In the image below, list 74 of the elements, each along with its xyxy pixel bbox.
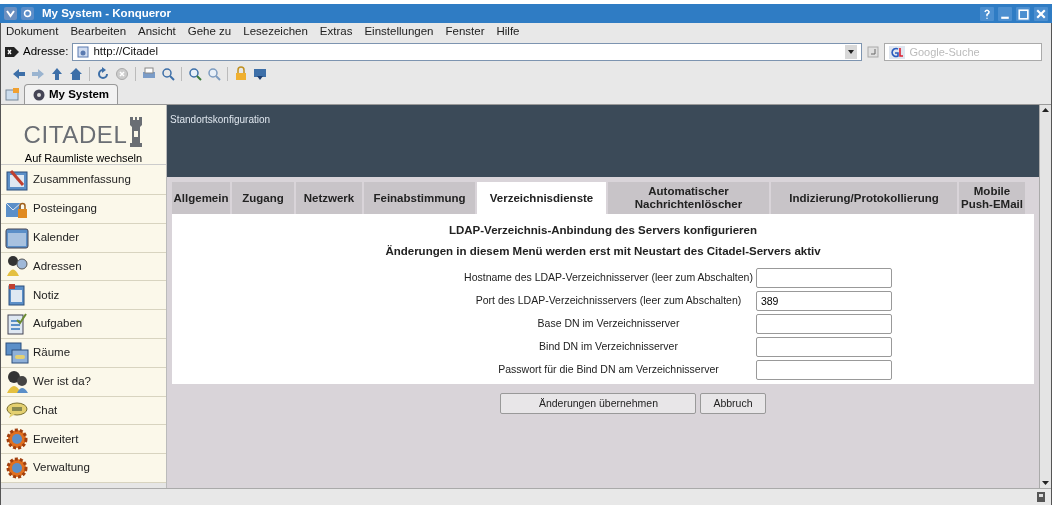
form-button[interactable]: Änderungen übernehmen bbox=[500, 393, 697, 414]
settings-tab[interactable]: Zugang bbox=[232, 182, 294, 214]
dropdown-icon[interactable] bbox=[845, 45, 858, 59]
sidebar-item[interactable]: Erweitert bbox=[1, 425, 166, 455]
field-label: Base DN im Verzeichnisserver bbox=[536, 316, 681, 332]
sidebar-item[interactable]: Posteingang bbox=[1, 195, 166, 224]
sidebar-item[interactable]: Räume bbox=[1, 339, 166, 368]
text-field[interactable] bbox=[755, 314, 892, 334]
field-label: Port des LDAP-Verzeichnisservers (leer zum Abschalten) bbox=[474, 293, 743, 309]
sidebar-item[interactable]: Aufgaben bbox=[1, 310, 166, 339]
settings-tab[interactable]: Feinabstimmung bbox=[364, 182, 475, 214]
windows-icon bbox=[5, 340, 29, 365]
menu-item[interactable]: Dokument bbox=[5, 23, 60, 41]
sidebar-item[interactable]: Notiz bbox=[1, 281, 166, 311]
sidebar-item[interactable]: Adressen bbox=[1, 252, 166, 282]
gear-icon bbox=[5, 456, 29, 481]
zoom-in-icon[interactable] bbox=[187, 65, 203, 82]
help-icon[interactable] bbox=[980, 6, 994, 21]
page-icon bbox=[77, 46, 90, 58]
stop-icon[interactable] bbox=[114, 65, 130, 82]
menu-item[interactable]: Ansicht bbox=[137, 23, 177, 41]
citadel-logo: CITADEL bbox=[23, 123, 128, 147]
reload-icon[interactable] bbox=[95, 65, 111, 82]
print-preview-icon[interactable] bbox=[160, 65, 176, 82]
text-field[interactable] bbox=[755, 360, 892, 380]
room-list-link[interactable]: Auf Raumliste wechseln bbox=[1, 151, 166, 165]
gear-icon bbox=[5, 427, 29, 452]
sidebar-item[interactable]: Chat bbox=[1, 396, 166, 426]
calendar-icon bbox=[5, 225, 29, 250]
settings-tab[interactable]: Automatischer Nachrichtenlöscher bbox=[608, 182, 769, 214]
address-field[interactable]: http://Citadel bbox=[72, 43, 863, 61]
sidebar-item[interactable]: Zusammenfassung bbox=[1, 165, 166, 195]
browser-tab[interactable]: My System bbox=[24, 84, 119, 104]
minimize-icon[interactable] bbox=[998, 6, 1012, 21]
tower-icon bbox=[129, 117, 144, 147]
people-icon bbox=[5, 254, 29, 279]
menu-item[interactable]: Bearbeiten bbox=[69, 23, 128, 41]
field-label: Hostname des LDAP-Verzeichnisserver (leer zum Abschalten) bbox=[464, 270, 753, 286]
field-label: Passwort für die Bind DN am Verzeichnisserver bbox=[497, 362, 720, 378]
text-field[interactable] bbox=[755, 337, 892, 357]
clear-address-icon[interactable] bbox=[5, 47, 19, 57]
menu-item[interactable]: Extras bbox=[318, 23, 354, 41]
settings-tab[interactable]: Mobile Push-EMail bbox=[959, 182, 1025, 214]
form-button[interactable]: Abbruch bbox=[700, 393, 766, 414]
text-field[interactable] bbox=[755, 268, 892, 288]
system-icon bbox=[33, 88, 45, 101]
close-icon[interactable] bbox=[1034, 6, 1048, 21]
home-icon[interactable] bbox=[68, 65, 84, 82]
menu-item[interactable]: Hilfe bbox=[495, 23, 521, 41]
maximize-icon[interactable] bbox=[1016, 6, 1030, 21]
settings-tab[interactable]: Indizierung/Protokollierung bbox=[771, 182, 957, 214]
sidebar-item[interactable]: Wer ist da? bbox=[1, 367, 166, 397]
field-label: Bind DN im Verzeichnisserver bbox=[538, 339, 679, 355]
menu-item[interactable]: Gehe zu bbox=[186, 23, 233, 41]
sidebar-item[interactable]: Kalender bbox=[1, 223, 166, 253]
menu-item[interactable]: Einstellungen bbox=[363, 23, 435, 41]
search-engine-icon[interactable] bbox=[889, 45, 906, 59]
sidebar-item[interactable]: Verwaltung bbox=[1, 454, 166, 483]
settings-tab[interactable]: Netzwerk bbox=[296, 182, 362, 214]
address-label: Adresse: bbox=[23, 44, 69, 60]
checklist-icon bbox=[5, 312, 29, 337]
menu-item[interactable]: Lesezeichen bbox=[242, 23, 309, 41]
section-heading: LDAP-Verzeichnis-Anbindung des Servers konfigurieren bbox=[449, 223, 757, 238]
people-icon bbox=[5, 369, 29, 394]
page-title: Standortskonfiguration bbox=[170, 114, 271, 125]
section-heading: Änderungen in diesem Menü werden erst mit Neustart des Citadel-Servers aktiv bbox=[385, 244, 821, 259]
zoom-out-icon[interactable] bbox=[206, 65, 222, 82]
text-field[interactable]: 389 bbox=[755, 291, 892, 311]
app-icon[interactable] bbox=[4, 7, 17, 20]
settings-tab[interactable]: Verzeichnisdienste bbox=[477, 182, 606, 214]
settings-tab[interactable]: Allgemein bbox=[172, 182, 230, 214]
window-title: My System - Konqueror bbox=[42, 5, 172, 21]
menu-item[interactable]: Fenster bbox=[444, 23, 486, 41]
scroll-up-icon[interactable] bbox=[1040, 105, 1051, 115]
